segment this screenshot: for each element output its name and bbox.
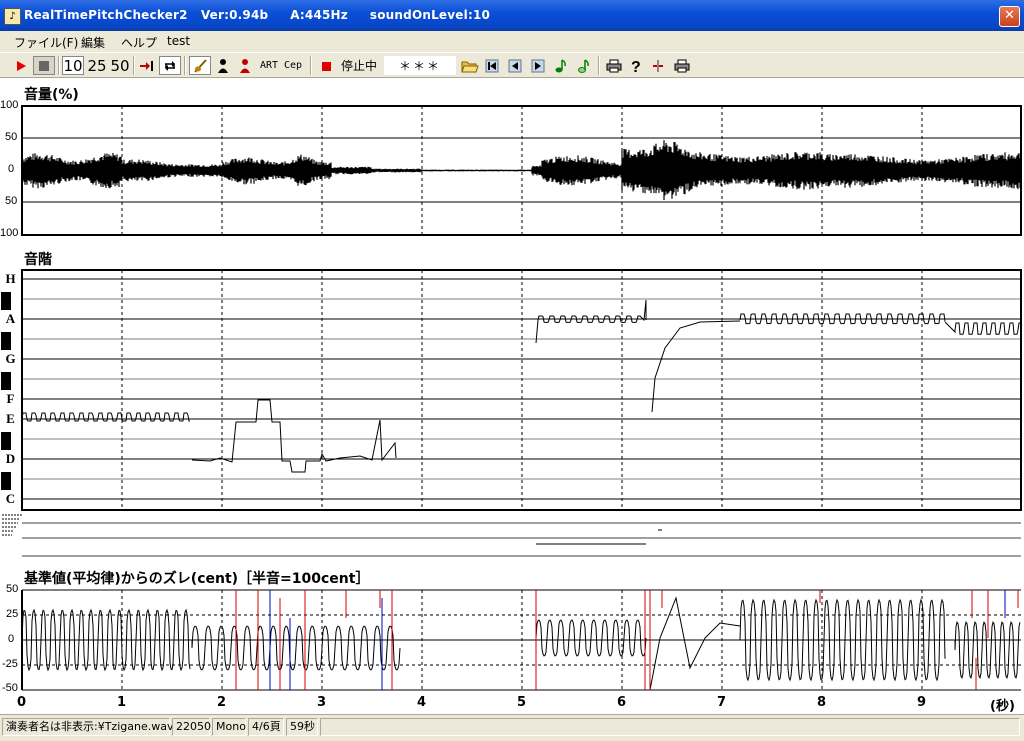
print-setup-button[interactable] [671,56,693,75]
goto-start-button[interactable] [483,56,501,75]
time-tick-label: 1 [117,695,127,710]
loop-button[interactable] [159,56,181,75]
time-tick-label: 5 [517,695,527,710]
status-empty [320,718,1020,736]
person-icon [218,58,228,73]
note-outline-button[interactable] [575,56,593,75]
title-bar: ♪ RealTimePitchChecker2 Ver:0.94b A:445H… [0,0,1024,31]
note-display: ＊＊＊ [384,56,456,75]
folder-open-icon [461,61,479,72]
toolbar-separator [310,56,312,75]
prev-icon [508,59,522,72]
status-sample-rate: 22050 [172,718,211,736]
skip-start-icon [485,59,499,72]
toolbar-separator [184,56,186,75]
graph-area: 音量(%) 100 50 0 50 100 音階 H A G F E D C 基… [0,78,1024,714]
cep-button[interactable]: Cep [282,56,304,75]
status-duration: 59秒 [286,718,318,736]
note-green-button[interactable] [552,56,570,75]
menu-edit[interactable]: 編集 [81,34,105,51]
record-stop-button[interactable] [317,56,335,75]
menu-file[interactable]: ファイル(F) [14,34,78,51]
zoom-10-button[interactable]: 10 [62,56,84,75]
plot-canvas [2,105,1022,691]
person-button[interactable] [214,56,232,75]
stop-button[interactable] [33,56,55,75]
app-icon: ♪ [4,8,21,25]
play-button[interactable] [12,56,30,75]
time-tick-label: 3 [317,695,327,710]
toolbar-separator [58,56,60,75]
print-button[interactable] [604,56,624,75]
time-tick-label: 6 [617,695,627,710]
marker-icon [653,59,663,72]
status-text: 停止中 [340,59,377,73]
status-page: 4/6頁 [248,718,284,736]
toolbar-separator [598,56,600,75]
stop-red-icon [322,61,331,71]
violin-icon [194,58,207,73]
close-button[interactable]: ✕ [999,6,1020,27]
deviation-trace [191,625,401,671]
toolbar-separator [133,56,135,75]
menu-bar: ファイル(F) 編集 ヘルプ test [0,31,1024,52]
person-red-icon [240,58,250,73]
help-button[interactable]: ? [627,56,645,75]
next-icon [531,59,545,72]
menu-help[interactable]: ヘルプ [121,34,157,51]
music-note-icon [555,58,566,72]
jump-end-button[interactable] [137,56,157,75]
time-tick-label: 4 [417,695,427,710]
zoom-25-button[interactable]: 25 [86,56,108,75]
loop-icon [165,60,175,71]
status-channels: Mono [212,718,246,736]
music-note-outline-icon [578,58,589,73]
window-title: RealTimePitchChecker2 Ver:0.94b A:445Hz … [24,8,491,22]
open-file-button[interactable] [460,56,480,75]
marker-button[interactable] [649,56,667,75]
deviation-trace [649,596,741,691]
status-file: 演奏者名は非表示:¥Tzigane.wav [2,718,173,736]
next-page-button[interactable] [529,56,547,75]
status-bar: 演奏者名は非表示:¥Tzigane.wav 22050 Mono 4/6頁 59… [0,714,1024,741]
zoom-50-button[interactable]: 50 [109,56,131,75]
art-button[interactable]: ART [259,56,279,75]
time-tick-label: 9 [917,695,927,710]
person-red-button[interactable] [236,56,254,75]
printer-icon [606,59,622,72]
violin-button[interactable] [189,56,211,75]
time-tick-label: 8 [817,695,827,710]
time-tick-label: 2 [217,695,227,710]
prev-page-button[interactable] [506,56,524,75]
toolbar: 10 25 50 ART Cep 停止中 ＊＊＊ ? [0,52,1024,78]
play-icon [17,60,26,71]
svg-text:?: ? [631,59,641,74]
help-icon: ? [631,59,641,74]
deviation-trace [535,619,647,657]
time-unit-label: (秒) [990,699,1015,714]
printer-icon [674,59,690,72]
arrow-to-end-icon [140,60,153,71]
time-tick-label: 0 [17,695,27,710]
time-tick-label: 7 [717,695,727,710]
menu-test[interactable]: test [167,34,190,48]
stop-icon [39,60,49,71]
